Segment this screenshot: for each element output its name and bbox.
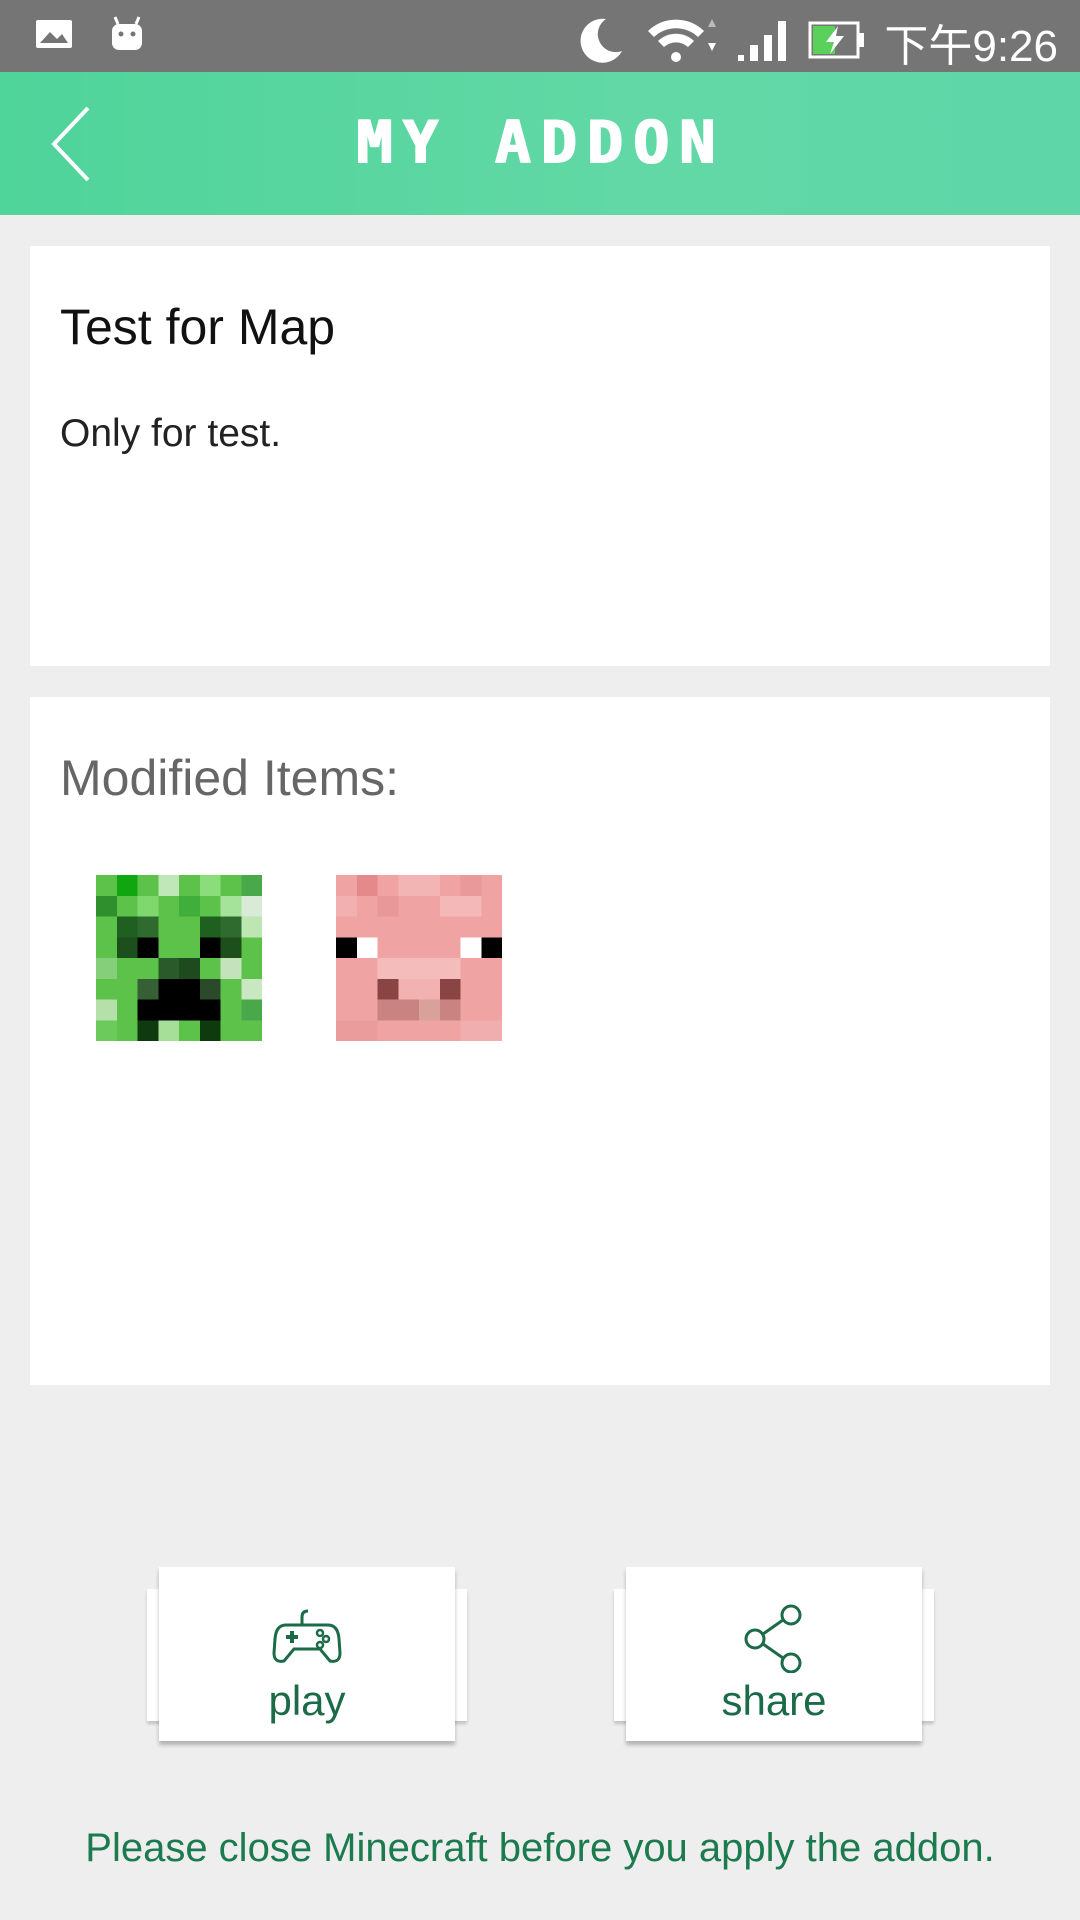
status-time: 下午9:26 bbox=[884, 22, 1058, 71]
moon-icon bbox=[576, 15, 626, 70]
addon-info-card: Test for Map Only for test. bbox=[30, 246, 1050, 666]
notice-text: Please close Minecraft before you apply … bbox=[85, 1826, 995, 1870]
battery-charging-icon bbox=[808, 20, 866, 65]
share-button[interactable]: share bbox=[614, 1567, 934, 1747]
modified-items-heading: Modified Items: bbox=[60, 750, 400, 806]
app-bar: MY ADDON bbox=[0, 72, 1080, 215]
signal-icon bbox=[736, 17, 790, 68]
android-icon bbox=[108, 14, 146, 59]
pig-icon[interactable] bbox=[336, 875, 502, 1041]
play-button[interactable]: play bbox=[147, 1567, 467, 1747]
play-label: play bbox=[268, 1677, 346, 1724]
gamepad-icon bbox=[272, 1603, 342, 1673]
modified-items-card: Modified Items: bbox=[30, 697, 1050, 1385]
gallery-icon bbox=[34, 17, 74, 56]
share-icon bbox=[739, 1603, 809, 1674]
addon-title: Test for Map bbox=[60, 299, 336, 355]
wifi-icon bbox=[644, 15, 718, 70]
page-title: MY ADDON bbox=[355, 108, 725, 178]
creeper-icon[interactable] bbox=[96, 875, 262, 1041]
status-bar: 下午9:26 bbox=[0, 0, 1080, 72]
share-label: share bbox=[721, 1677, 827, 1724]
addon-description: Only for test. bbox=[60, 412, 282, 455]
